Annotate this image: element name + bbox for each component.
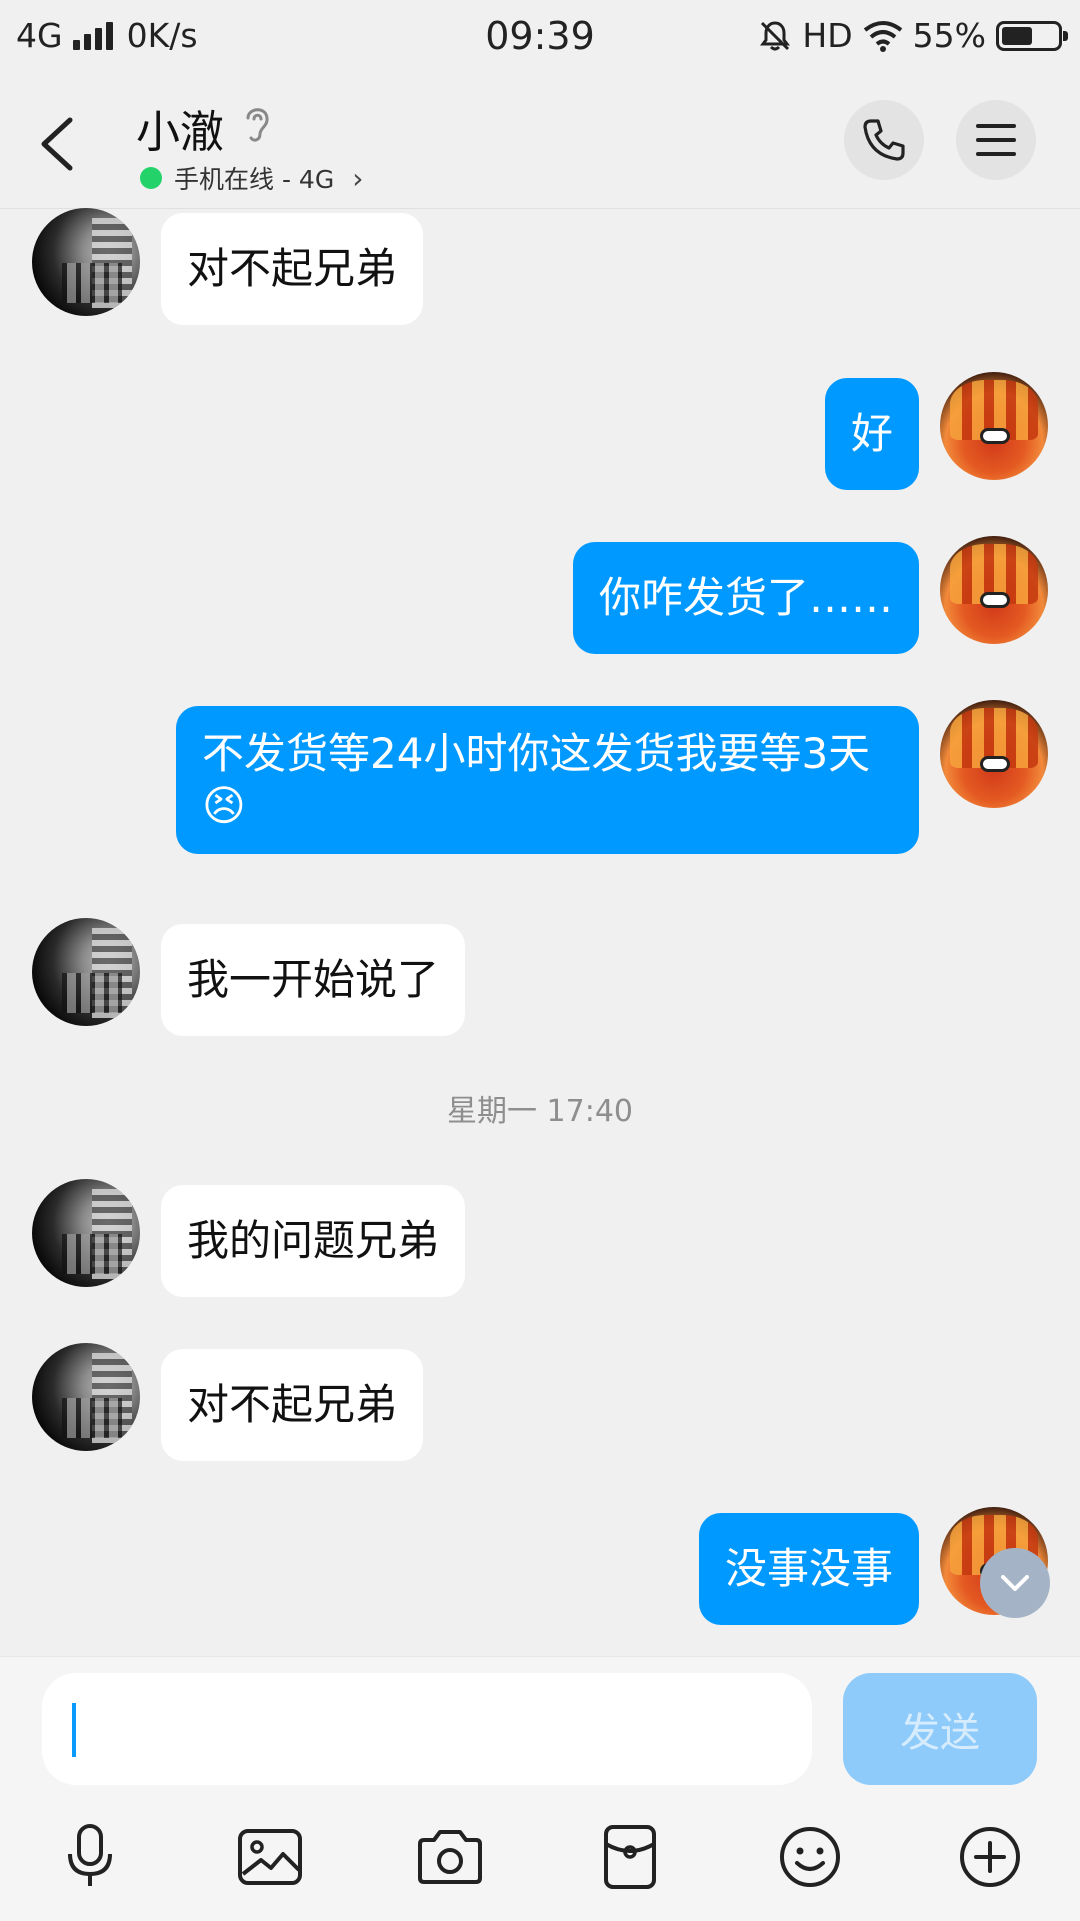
- menu-button[interactable]: [956, 100, 1036, 180]
- emoji-icon: [780, 1827, 840, 1887]
- online-dot: [140, 167, 162, 189]
- contact-avatar[interactable]: [32, 1343, 140, 1451]
- presence-status[interactable]: 手机在线 - 4G ›: [140, 160, 363, 196]
- contact-name[interactable]: 小澈: [136, 96, 224, 160]
- microphone-icon: [68, 1824, 112, 1886]
- plus-icon: [960, 1827, 1020, 1887]
- message-bubble[interactable]: 好: [824, 378, 919, 490]
- chevron-down-icon: [1001, 1575, 1029, 1591]
- hd-indicator: HD: [802, 16, 853, 55]
- message-input[interactable]: [42, 1673, 812, 1785]
- voice-input-button[interactable]: [50, 1817, 130, 1897]
- message-bubble[interactable]: 没事没事: [698, 1513, 919, 1625]
- red-packet-icon: [604, 1825, 656, 1889]
- battery-percent: 55%: [912, 16, 986, 55]
- contact-avatar[interactable]: [32, 1179, 140, 1287]
- my-avatar[interactable]: [940, 700, 1048, 808]
- status-bar: 4G 0K/s 09:39 HD 55%: [0, 0, 1080, 76]
- text-cursor: [72, 1703, 76, 1757]
- message-bubble[interactable]: 你咋发货了……: [572, 542, 919, 654]
- composer: 发送: [0, 1656, 1080, 1921]
- camera-icon: [418, 1830, 482, 1884]
- scroll-to-bottom-button[interactable]: [980, 1548, 1050, 1618]
- mute-bell-icon: [760, 20, 791, 50]
- camera-button[interactable]: [410, 1817, 490, 1897]
- emoji-button[interactable]: [770, 1817, 850, 1897]
- wifi-icon: [863, 20, 902, 52]
- timestamp-divider: 星期一 17:40: [447, 1094, 633, 1129]
- presence-text: 手机在线 - 4G: [174, 165, 335, 194]
- message-bubble[interactable]: 不发货等24小时你这发货我要等3天😣: [176, 706, 919, 854]
- battery-icon: [996, 20, 1068, 51]
- hamburger-menu-icon: [976, 124, 1016, 156]
- voice-call-button[interactable]: [844, 100, 924, 180]
- chevron-left-icon: [41, 117, 73, 171]
- message-bubble[interactable]: 对不起兄弟: [161, 213, 424, 325]
- send-button[interactable]: 发送: [843, 1673, 1037, 1785]
- album-button[interactable]: [230, 1817, 310, 1897]
- chevron-right-icon: ›: [352, 161, 364, 195]
- message-bubble[interactable]: 对不起兄弟: [161, 1349, 424, 1461]
- contact-avatar[interactable]: [32, 918, 140, 1026]
- contact-avatar[interactable]: [32, 208, 140, 316]
- phone-icon: [863, 119, 905, 161]
- composer-toolbar: [0, 1817, 1080, 1907]
- my-avatar[interactable]: [940, 536, 1048, 644]
- red-packet-button[interactable]: [590, 1817, 670, 1897]
- more-button[interactable]: [950, 1817, 1030, 1897]
- my-avatar[interactable]: [940, 372, 1048, 480]
- message-bubble[interactable]: 我一开始说了: [161, 924, 466, 1036]
- image-icon: [238, 1829, 302, 1885]
- chat-header: 小澈 手机在线 - 4G ›: [0, 76, 1080, 209]
- back-button[interactable]: [30, 104, 90, 184]
- ear-icon: [246, 108, 269, 142]
- status-right: HD 55%: [758, 16, 1068, 55]
- message-bubble[interactable]: 我的问题兄弟: [161, 1185, 466, 1297]
